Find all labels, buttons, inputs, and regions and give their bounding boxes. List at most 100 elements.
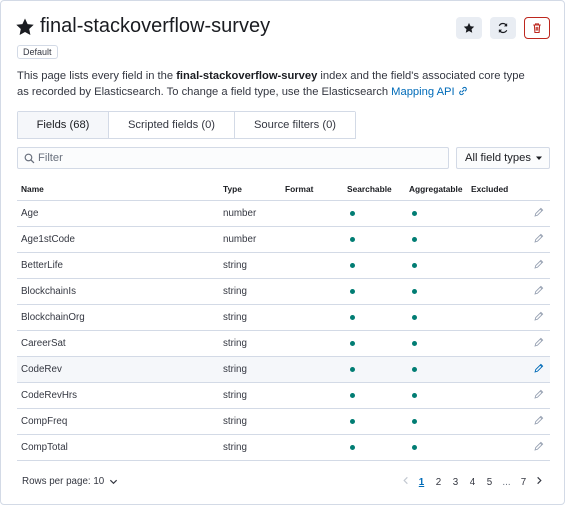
excluded-cell <box>467 252 529 279</box>
edit-cell <box>529 356 550 383</box>
column-header-type[interactable]: Type <box>219 178 281 201</box>
edit-field-button[interactable] <box>533 415 544 429</box>
field-name-cell: CodeRevHrs <box>17 382 219 409</box>
column-header-format[interactable]: Format <box>281 178 343 201</box>
edit-cell <box>529 304 550 331</box>
field-format-cell <box>281 356 343 383</box>
aggregatable-cell <box>405 278 467 305</box>
aggregatable-cell <box>405 356 467 383</box>
edit-cell <box>529 434 550 461</box>
field-type-cell: string <box>219 278 281 305</box>
field-type-select-value: All field types <box>465 152 531 164</box>
field-format-cell <box>281 278 343 305</box>
field-type-cell: string <box>219 434 281 461</box>
edit-field-button[interactable] <box>533 363 544 377</box>
field-type-cell: string <box>219 330 281 357</box>
search-input[interactable]: Filter <box>17 147 449 169</box>
searchable-cell <box>343 434 405 461</box>
field-type-select[interactable]: All field types <box>456 147 550 169</box>
edit-field-button[interactable] <box>533 441 544 455</box>
search-placeholder: Filter <box>38 152 63 164</box>
tab-scripted-fields[interactable]: Scripted fields (0) <box>109 112 235 138</box>
field-format-cell <box>281 330 343 357</box>
tab-source-filters[interactable]: Source filters (0) <box>235 112 355 138</box>
column-header-aggregatable[interactable]: Aggregatable <box>405 178 467 201</box>
searchable-cell <box>343 382 405 409</box>
searchable-cell <box>343 304 405 331</box>
page-button[interactable]: 1 <box>413 477 430 488</box>
field-name-cell: BlockchainIs <box>17 278 219 305</box>
page-button[interactable]: 5 <box>481 477 498 488</box>
table-row: BlockchainOrg string <box>17 304 550 331</box>
page-button[interactable]: 3 <box>447 477 464 488</box>
aggregatable-dot-icon <box>412 393 417 398</box>
page-button[interactable]: 2 <box>430 477 447 488</box>
page-button[interactable]: 7 <box>515 477 532 488</box>
searchable-cell <box>343 278 405 305</box>
next-page-button[interactable] <box>532 476 546 488</box>
aggregatable-cell <box>405 252 467 279</box>
aggregatable-cell <box>405 226 467 253</box>
excluded-cell <box>467 278 529 305</box>
pencil-icon <box>534 207 544 217</box>
delete-index-pattern-button[interactable] <box>524 17 550 39</box>
aggregatable-dot-icon <box>412 419 417 424</box>
table-row: Age1stCode number <box>17 226 550 253</box>
edit-field-button[interactable] <box>533 311 544 325</box>
excluded-cell <box>467 408 529 435</box>
edit-field-button[interactable] <box>533 285 544 299</box>
edit-field-button[interactable] <box>533 233 544 247</box>
caret-down-icon <box>536 156 542 160</box>
edit-field-button[interactable] <box>533 389 544 403</box>
searchable-dot-icon <box>350 315 355 320</box>
searchable-cell <box>343 356 405 383</box>
aggregatable-cell <box>405 408 467 435</box>
field-format-cell <box>281 226 343 253</box>
table-row: BlockchainIs string <box>17 278 550 305</box>
rows-per-page-button[interactable]: Rows per page: 10 <box>22 476 118 487</box>
previous-page-button[interactable] <box>399 476 413 488</box>
index-pattern-panel: final-stackoverflow-survey Default This … <box>0 0 565 505</box>
star-icon <box>463 22 475 33</box>
mapping-api-link[interactable]: Mapping API <box>391 86 468 98</box>
edit-field-button[interactable] <box>533 337 544 351</box>
table-row: Age number <box>17 200 550 227</box>
aggregatable-dot-icon <box>412 211 417 216</box>
field-type-cell: number <box>219 200 281 227</box>
default-badge: Default <box>17 45 58 59</box>
aggregatable-dot-icon <box>412 367 417 372</box>
page-button[interactable]: 4 <box>464 477 481 488</box>
edit-cell <box>529 408 550 435</box>
excluded-cell <box>467 356 529 383</box>
field-name-cell: Age1stCode <box>17 226 219 253</box>
chevron-left-icon <box>403 476 408 485</box>
search-icon <box>24 153 35 163</box>
table-row: CompTotal string <box>17 434 550 461</box>
aggregatable-dot-icon <box>412 445 417 450</box>
table-header-row: Name Type Format Searchable Aggregatable… <box>17 178 550 201</box>
excluded-cell <box>467 330 529 357</box>
refresh-fields-button[interactable] <box>490 17 516 39</box>
searchable-cell <box>343 408 405 435</box>
edit-cell <box>529 330 550 357</box>
field-format-cell <box>281 252 343 279</box>
field-name-cell: CodeRev <box>17 356 219 383</box>
column-header-name[interactable]: Name <box>17 178 219 201</box>
aggregatable-cell <box>405 200 467 227</box>
pencil-icon <box>534 337 544 347</box>
set-default-button[interactable] <box>456 17 482 39</box>
searchable-dot-icon <box>350 237 355 242</box>
aggregatable-dot-icon <box>412 341 417 346</box>
edit-field-button[interactable] <box>533 259 544 273</box>
searchable-cell <box>343 330 405 357</box>
edit-field-button[interactable] <box>533 207 544 221</box>
aggregatable-cell <box>405 382 467 409</box>
tab-fields[interactable]: Fields (68) <box>18 112 109 138</box>
pencil-icon <box>534 441 544 451</box>
column-header-excluded[interactable]: Excluded <box>467 178 529 201</box>
description: This page lists every field in the final… <box>17 68 537 100</box>
pencil-icon <box>534 233 544 243</box>
chevron-down-icon <box>110 479 118 485</box>
column-header-searchable[interactable]: Searchable <box>343 178 405 201</box>
pagination-ellipsis: ... <box>502 476 511 488</box>
